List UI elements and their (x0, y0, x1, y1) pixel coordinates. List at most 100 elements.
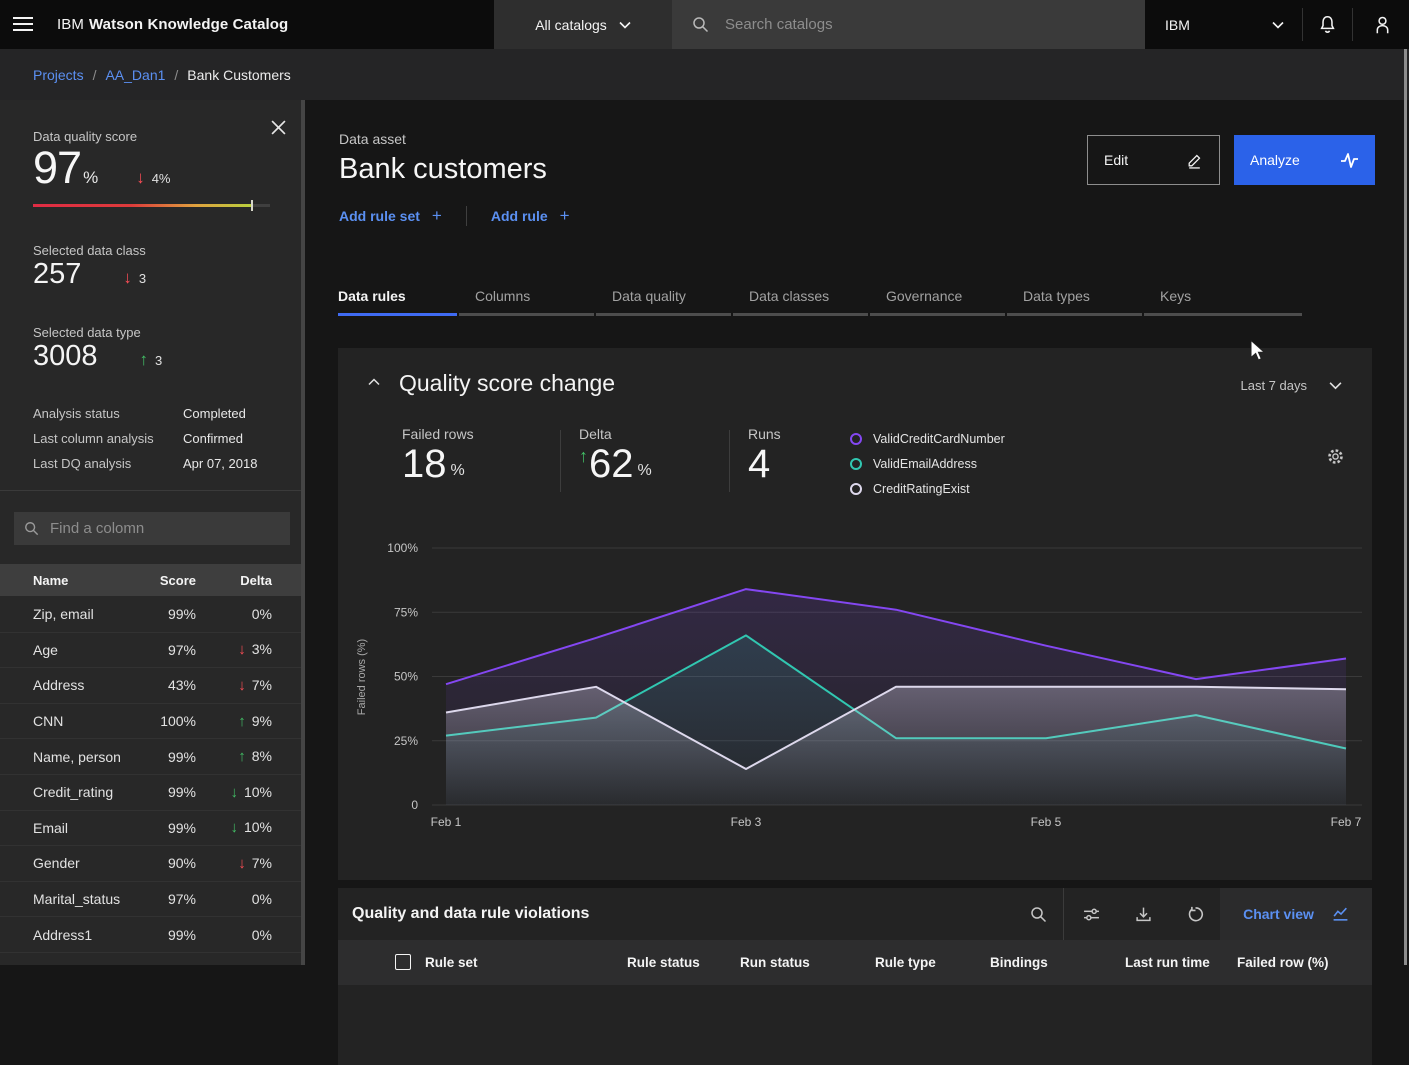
add-rule-set-link[interactable]: Add rule set + (339, 206, 442, 226)
chart-view-toggle[interactable]: Chart view (1220, 888, 1372, 940)
svg-text:Failed rows (%): Failed rows (%) (356, 639, 368, 715)
column-delta: ↓7% (196, 677, 272, 694)
quality-score-unit: % (83, 168, 98, 188)
tab-data-types[interactable]: Data types (1007, 276, 1144, 316)
menu-button[interactable] (13, 15, 35, 33)
tab-label: Data quality (612, 288, 686, 304)
status-value: Completed (183, 406, 246, 421)
violations-column-header[interactable]: Run status (740, 940, 810, 985)
catalog-search[interactable] (672, 0, 1145, 49)
legend-item-creditratingexist[interactable]: CreditRatingExist (850, 476, 1005, 501)
status-row: Last DQ analysisApr 07, 2018 (33, 451, 273, 476)
column-score-table: Name Score Delta Zip, email99%0%Age97%↓3… (0, 564, 305, 988)
table-row[interactable]: Zip, email99%0% (0, 596, 305, 632)
tab-data-classes[interactable]: Data classes (733, 276, 870, 316)
chart-settings-button[interactable] (1327, 448, 1344, 465)
column-score: 97% (136, 891, 196, 907)
tab-data-rules[interactable]: Data rules (338, 276, 459, 316)
notifications-button[interactable] (1302, 0, 1352, 49)
arrow-up-icon: ↑ (140, 350, 149, 370)
legend-item-validcreditcardnumber[interactable]: ValidCreditCardNumber (850, 426, 1005, 451)
violations-column-header[interactable]: Rule type (875, 940, 936, 985)
column-score: 99% (136, 927, 196, 943)
brand-name: Watson Knowledge Catalog (89, 16, 288, 33)
collapse-card-button[interactable] (368, 378, 380, 386)
delta-value: 9% (252, 713, 272, 729)
tab-data-quality[interactable]: Data quality (596, 276, 733, 316)
refresh-button[interactable] (1171, 888, 1219, 940)
edit-button[interactable]: Edit (1087, 135, 1220, 185)
account-selector[interactable]: IBM (1145, 0, 1302, 49)
svg-text:50%: 50% (394, 670, 418, 684)
delta-value: 0% (252, 891, 272, 907)
arrow-down-icon: ↓ (230, 819, 238, 836)
download-button[interactable] (1119, 888, 1167, 940)
find-column-search[interactable] (14, 512, 290, 545)
status-label: Last column analysis (33, 431, 183, 446)
violations-column-header[interactable]: Bindings (990, 940, 1048, 985)
delta-value: 0% (252, 606, 272, 622)
filter-button[interactable] (1067, 888, 1115, 940)
top-nav: IBM Watson Knowledge Catalog All catalog… (0, 0, 1409, 49)
violations-column-header[interactable]: Rule set (425, 940, 478, 985)
add-rule-link[interactable]: Add rule + (491, 206, 570, 226)
data-class-delta: ↓ 3 (123, 268, 146, 288)
tab-label: Keys (1160, 288, 1191, 304)
page-scrollbar[interactable] (1404, 49, 1407, 965)
violations-header: Quality and data rule violations (338, 888, 1372, 940)
search-violations-button[interactable] (1014, 888, 1062, 940)
breadcrumb-projects[interactable]: Projects (33, 67, 84, 83)
tab-keys[interactable]: Keys (1144, 276, 1304, 316)
hamburger-icon (13, 16, 33, 32)
stat-label: Delta (579, 426, 711, 442)
delta-value: 10% (244, 819, 272, 835)
catalog-selector[interactable]: All catalogs (494, 0, 672, 49)
arrow-up-icon: ↑ (579, 444, 588, 469)
table-row[interactable]: Address43%↓7% (0, 667, 305, 703)
chevron-down-icon (1329, 381, 1342, 390)
asset-type-label: Data asset (339, 131, 406, 147)
download-icon (1135, 906, 1152, 923)
tab-columns[interactable]: Columns (459, 276, 596, 316)
column-score: 100% (136, 713, 196, 729)
breadcrumb-project[interactable]: AA_Dan1 (105, 67, 165, 83)
column-score: 99% (136, 749, 196, 765)
violations-column-header[interactable]: Failed row (%) (1237, 940, 1329, 985)
stat-delta: Delta ↑ 62 % (579, 426, 711, 484)
data-class-stat: 257 ↓ 3 (33, 258, 146, 291)
search-icon (692, 16, 709, 33)
violations-column-header[interactable]: Rule status (627, 940, 700, 985)
column-name: Address (33, 677, 136, 693)
analyze-button[interactable]: Analyze (1234, 135, 1375, 185)
table-row[interactable]: CNN100%↑9% (0, 703, 305, 739)
legend-item-validemailaddress[interactable]: ValidEmailAddress (850, 451, 1005, 476)
violations-column-header[interactable]: Last run time (1125, 940, 1210, 985)
table-row[interactable]: Age97%↓3% (0, 632, 305, 668)
stat-divider (729, 430, 730, 492)
status-row: Analysis statusCompleted (33, 401, 273, 426)
table-row[interactable]: Gender90%↓7% (0, 845, 305, 881)
column-name: CNN (33, 713, 136, 729)
table-row[interactable] (0, 952, 305, 988)
select-all-checkbox[interactable] (395, 954, 411, 970)
rule-violations-card: Quality and data rule violations (338, 888, 1372, 1065)
table-row[interactable]: Name, person99%↑8% (0, 738, 305, 774)
close-sidebar-button[interactable] (271, 118, 289, 136)
main-content: Data asset Bank customers Add rule set +… (305, 100, 1409, 965)
column-delta: ↓10% (196, 784, 272, 801)
chevron-down-icon (619, 21, 631, 29)
table-row[interactable]: Credit_rating99%↓10% (0, 774, 305, 810)
arrow-down-icon: ↓ (238, 855, 246, 872)
find-column-input[interactable] (48, 519, 280, 538)
catalog-search-input[interactable] (723, 15, 1145, 34)
tab-governance[interactable]: Governance (870, 276, 1007, 316)
table-row[interactable]: Marital_status97%0% (0, 881, 305, 917)
profile-button[interactable] (1356, 0, 1409, 49)
table-row[interactable]: Address199%0% (0, 916, 305, 952)
chevron-up-icon (368, 378, 380, 386)
table-row[interactable]: Email99%↓10% (0, 810, 305, 846)
page-title: Bank customers (339, 153, 547, 186)
chart-stats: Failed rows 18 % Delta ↑ 62 % Runs 4 (402, 426, 1005, 501)
time-range-selector[interactable]: Last 7 days (1241, 378, 1343, 393)
column-score: 99% (136, 606, 196, 622)
